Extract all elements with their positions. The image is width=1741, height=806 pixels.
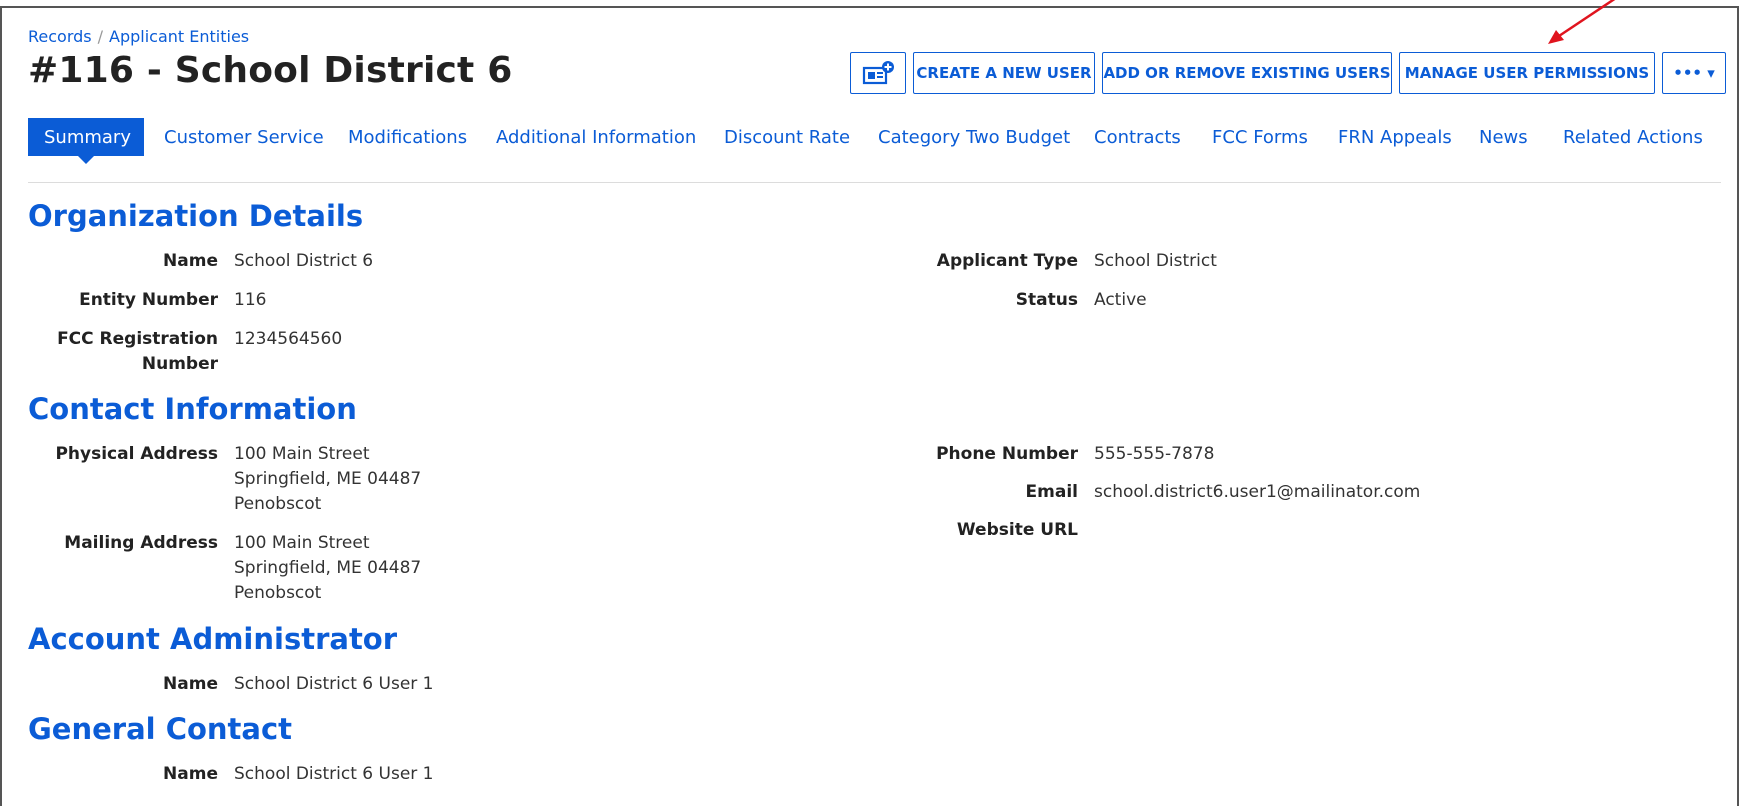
fcc-registration-value: 1234564560: [234, 329, 343, 349]
general-contact-name-label: Name: [163, 764, 218, 784]
tab-bar: Summary Customer Service Modifications A…: [28, 118, 1728, 164]
mailing-address-line: Penobscot: [234, 583, 322, 603]
email-value: school.district6.user1@mailinator.com: [1094, 482, 1421, 502]
org-name-value: School District 6: [234, 251, 374, 271]
contact-information-heading: Contact Information: [28, 392, 357, 426]
manage-permissions-button[interactable]: MANAGE USER PERMISSIONS: [1399, 52, 1655, 94]
news-plus-icon: [862, 61, 894, 85]
more-actions-dropdown[interactable]: ••• ▾: [1662, 52, 1726, 94]
news-plus-button[interactable]: [850, 52, 906, 94]
tab-fcc-forms[interactable]: FCC Forms: [1212, 118, 1308, 156]
tab-label: Summary: [44, 126, 131, 148]
physical-address-line: 100 Main Street: [234, 444, 370, 464]
tab-frn-appeals[interactable]: FRN Appeals: [1338, 118, 1452, 156]
physical-address-value: 100 Main Street Springfield, ME 04487 Pe…: [234, 442, 421, 517]
tab-contracts[interactable]: Contracts: [1094, 118, 1181, 156]
physical-address-label: Physical Address: [55, 444, 218, 464]
email-label: Email: [1025, 482, 1078, 502]
fcc-registration-label-line-1: FCC Registration: [57, 329, 218, 349]
physical-address-line: Springfield, ME 04487: [234, 469, 422, 489]
tab-summary[interactable]: Summary: [28, 118, 144, 164]
breadcrumb-records-link[interactable]: Records: [28, 27, 92, 46]
tab-news[interactable]: News: [1479, 118, 1528, 156]
account-admin-name-label: Name: [163, 674, 218, 694]
org-name-label: Name: [163, 251, 218, 271]
add-remove-users-button[interactable]: ADD OR REMOVE EXISTING USERS: [1102, 52, 1392, 94]
create-user-button[interactable]: CREATE A NEW USER: [913, 52, 1095, 94]
organization-details-heading: Organization Details: [28, 199, 364, 233]
fcc-registration-label: FCC Registration Number: [28, 327, 218, 377]
entity-number-label: Entity Number: [79, 290, 218, 310]
account-admin-name-value: School District 6 User 1: [234, 674, 434, 694]
mailing-address-line: 100 Main Street: [234, 533, 370, 553]
applicant-type-label: Applicant Type: [936, 251, 1078, 271]
website-url-label: Website URL: [956, 520, 1078, 540]
applicant-type-value: School District: [1094, 251, 1217, 271]
tab-additional-information[interactable]: Additional Information: [496, 118, 696, 156]
breadcrumb-applicant-entities-link[interactable]: Applicant Entities: [109, 27, 249, 46]
status-label: Status: [1015, 290, 1078, 310]
physical-address-line: Penobscot: [234, 494, 322, 514]
tab-customer-service[interactable]: Customer Service: [164, 118, 324, 156]
tab-category-two-budget[interactable]: Category Two Budget: [878, 118, 1070, 156]
entity-number-value: 116: [234, 290, 267, 310]
mailing-address-line: Springfield, ME 04487: [234, 558, 422, 578]
active-tab-caret: [78, 156, 94, 164]
general-contact-heading: General Contact: [28, 712, 293, 746]
phone-number-label: Phone Number: [936, 444, 1078, 464]
page-title: #116 - School District 6: [28, 50, 513, 91]
tab-modifications[interactable]: Modifications: [348, 118, 467, 156]
phone-number-value: 555-555-7878: [1094, 444, 1215, 464]
account-administrator-heading: Account Administrator: [28, 622, 398, 656]
status-value: Active: [1094, 290, 1147, 310]
fcc-registration-label-line-2: Number: [141, 354, 218, 374]
breadcrumb-separator: /: [97, 27, 104, 46]
tab-discount-rate[interactable]: Discount Rate: [724, 118, 850, 156]
annotation-arrow-icon: [1548, 0, 1616, 44]
mailing-address-value: 100 Main Street Springfield, ME 04487 Pe…: [234, 531, 421, 606]
tab-divider: [28, 182, 1721, 183]
mailing-address-label: Mailing Address: [64, 533, 218, 553]
tab-related-actions[interactable]: Related Actions: [1563, 118, 1703, 156]
general-contact-name-value: School District 6 User 1: [234, 764, 434, 784]
breadcrumb: Records / Applicant Entities: [28, 27, 249, 46]
